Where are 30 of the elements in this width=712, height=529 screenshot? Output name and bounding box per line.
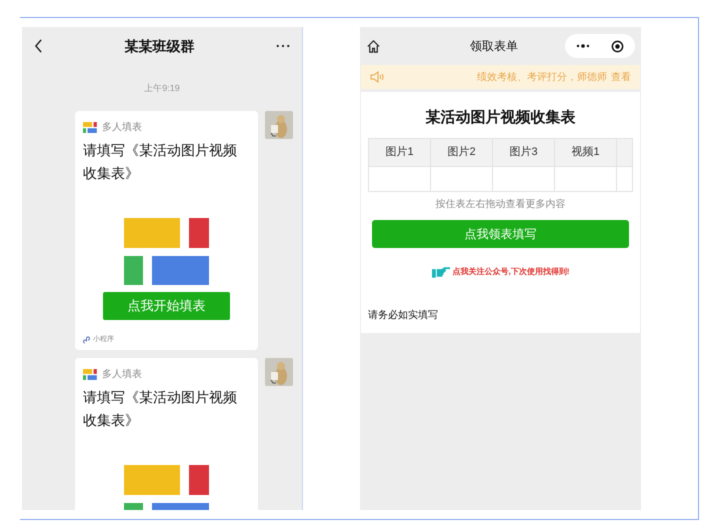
app-name: 多人填表 <box>102 120 142 134</box>
message-title: 请填写《某活动图片视频收集表》 <box>82 388 238 430</box>
follow-link[interactable]: 点我关注公众号,下次使用找得到! <box>452 266 570 278</box>
close-icon[interactable] <box>611 40 624 52</box>
capsule-button[interactable] <box>565 34 635 58</box>
pointing-hand-icon <box>432 266 451 278</box>
app-name: 多人填表 <box>102 368 142 382</box>
message-title: 请填写《某活动图片视频收集表》 <box>82 140 238 182</box>
more-icon[interactable] <box>576 44 590 48</box>
chat-title: 某某班级群 <box>124 36 194 56</box>
note-text: 请务必如实填写 <box>368 308 439 322</box>
fill-form-button[interactable]: 点我领表填写 <box>372 220 629 248</box>
back-icon[interactable] <box>34 39 43 53</box>
column-header: 视频1 <box>555 138 617 166</box>
home-icon[interactable] <box>366 38 381 54</box>
hint-text: 按住表左右拖动查看更多内容 <box>436 198 566 212</box>
column-header: 图片2 <box>431 138 493 166</box>
timestamp: 上午9:19 <box>144 82 180 95</box>
column-header: 图片3 <box>493 138 555 166</box>
speaker-icon <box>370 71 384 83</box>
notice-text: 绩效考核、考评打分，师德师 <box>477 70 607 84</box>
mini-program-icon <box>83 336 91 344</box>
form-heading: 某活动图片视频收集表 <box>424 108 576 128</box>
start-button[interactable]: 点我开始填表 <box>103 292 230 320</box>
page-title: 领取表单 <box>470 38 518 55</box>
app-icon <box>83 369 97 380</box>
message-card[interactable]: 多人填表 请填写《某活动图片视频收集表》 <box>75 358 258 510</box>
app-icon <box>83 122 97 132</box>
column-header: 图片1 <box>369 138 431 166</box>
more-icon[interactable] <box>276 44 290 48</box>
